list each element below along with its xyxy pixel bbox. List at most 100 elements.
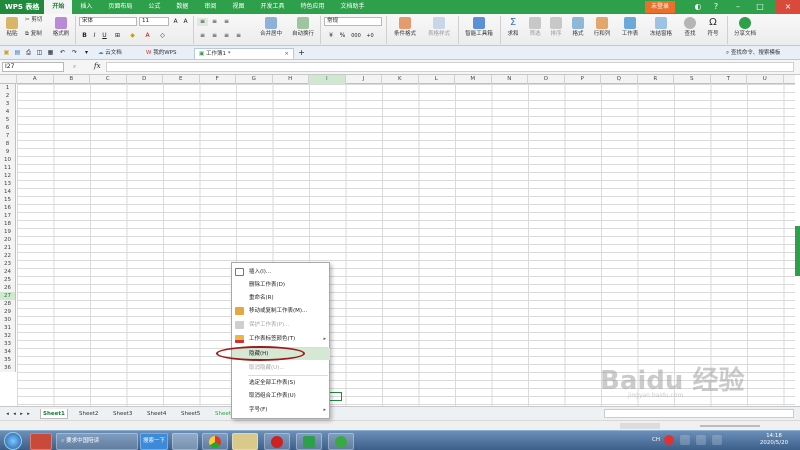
tab-data[interactable]: 数据: [168, 0, 196, 14]
undo-icon[interactable]: ↶: [58, 49, 67, 57]
tray-icon[interactable]: [680, 435, 690, 445]
row-header[interactable]: 15: [0, 196, 16, 204]
smart-toolbox-button[interactable]: 智能工具箱: [462, 17, 496, 38]
row-header[interactable]: 10: [0, 156, 16, 164]
share-doc-button[interactable]: 分享文档: [731, 17, 759, 38]
row-header[interactable]: 3: [0, 100, 16, 108]
input-language[interactable]: CH: [652, 437, 660, 443]
shrink-font-icon[interactable]: A: [181, 18, 190, 26]
row-header[interactable]: 11: [0, 164, 16, 172]
menu-tab-color[interactable]: 工作表标签颜色(T) ▸: [232, 333, 330, 345]
view-buttons[interactable]: [620, 423, 660, 429]
copy-button[interactable]: ⧉ 复制: [25, 31, 49, 38]
sheet-tab-4[interactable]: Sheet4: [145, 409, 168, 419]
currency-icon[interactable]: ¥: [324, 32, 338, 40]
find-button[interactable]: 查找: [680, 17, 700, 38]
sheet-tab-2[interactable]: Sheet2: [77, 409, 100, 419]
sum-button[interactable]: Σ 求和: [503, 17, 523, 38]
volume-icon[interactable]: [712, 435, 722, 445]
column-header[interactable]: L: [419, 75, 455, 84]
menu-insert[interactable]: 插入(I)...: [232, 266, 330, 278]
row-col-button[interactable]: 行和列: [590, 17, 614, 38]
row-header[interactable]: 9: [0, 148, 16, 156]
row-header[interactable]: 25: [0, 276, 16, 284]
menu-delete-sheet[interactable]: 删除工作表(D): [232, 279, 330, 291]
save-icon[interactable]: ▤: [13, 49, 22, 57]
align-bottom-icon[interactable]: ≡: [221, 18, 232, 26]
quick-access-menu-icon[interactable]: ▾: [82, 49, 91, 57]
taskbar-app-icon[interactable]: [30, 433, 52, 450]
zoom-slider[interactable]: [700, 425, 760, 427]
row-header[interactable]: 17: [0, 212, 16, 220]
column-header[interactable]: I: [309, 75, 346, 84]
row-header[interactable]: 36: [0, 364, 16, 372]
merge-center-button[interactable]: 合并居中: [256, 17, 286, 38]
row-header[interactable]: 30: [0, 316, 16, 324]
sheet-tab-3[interactable]: Sheet3: [111, 409, 134, 419]
row-header[interactable]: 14: [0, 188, 16, 196]
tab-review[interactable]: 审阅: [196, 0, 224, 14]
row-header[interactable]: 26: [0, 284, 16, 292]
bold-button[interactable]: B: [80, 32, 89, 40]
network-icon[interactable]: [696, 435, 706, 445]
format-button[interactable]: 格式: [568, 17, 588, 38]
row-header[interactable]: 7: [0, 132, 16, 140]
tab-developer[interactable]: 开发工具: [252, 0, 292, 14]
align-top-icon[interactable]: ≡: [197, 18, 208, 26]
row-header[interactable]: 1: [0, 84, 16, 92]
align-center-icon[interactable]: ≡: [209, 32, 220, 40]
row-header[interactable]: 27: [0, 292, 16, 300]
percent-icon[interactable]: %: [338, 32, 347, 40]
sogou-ime-icon[interactable]: [664, 435, 674, 445]
comma-icon[interactable]: 000: [350, 32, 362, 40]
sheet-tab-1[interactable]: Sheet1: [40, 409, 68, 419]
row-header[interactable]: 18: [0, 220, 16, 228]
clear-format-icon[interactable]: ◇: [158, 32, 167, 40]
number-format-select[interactable]: 常规: [324, 17, 382, 26]
row-header[interactable]: 32: [0, 332, 16, 340]
media-icon[interactable]: [264, 433, 290, 450]
column-header[interactable]: P: [565, 75, 601, 84]
folder-icon[interactable]: [232, 433, 258, 450]
justify-icon[interactable]: ≡: [233, 32, 244, 40]
column-header[interactable]: A: [17, 75, 54, 84]
underline-button[interactable]: U: [100, 32, 109, 40]
new-tab-icon[interactable]: +: [297, 49, 306, 57]
ie-taskbar-icon[interactable]: [328, 433, 354, 450]
row-header[interactable]: 31: [0, 324, 16, 332]
menu-font-size[interactable]: 字号(F) ▸: [232, 404, 330, 416]
menu-move-copy[interactable]: 移动或复制工作表(M)...: [232, 305, 330, 317]
font-select[interactable]: 宋体: [79, 17, 137, 26]
row-header[interactable]: 19: [0, 228, 16, 236]
row-header[interactable]: 13: [0, 180, 16, 188]
row-header[interactable]: 24: [0, 268, 16, 276]
conditional-format-button[interactable]: 条件格式: [390, 17, 420, 38]
select-all-corner[interactable]: [0, 75, 17, 84]
row-header[interactable]: 4: [0, 108, 16, 116]
wps-logo[interactable]: WPS 表格: [0, 0, 45, 14]
taskbar-search-button[interactable]: 搜索一下: [140, 433, 168, 450]
formula-input[interactable]: [106, 62, 794, 72]
column-header[interactable]: C: [90, 75, 127, 84]
menu-rename[interactable]: 重命名(R): [232, 292, 330, 304]
row-header[interactable]: 35: [0, 356, 16, 364]
column-header[interactable]: M: [455, 75, 492, 84]
symbol-button[interactable]: Ω 符号: [703, 17, 723, 38]
tab-doc-assistant[interactable]: 文档助手: [332, 0, 372, 14]
freeze-panes-button[interactable]: 冻结窗格: [646, 17, 676, 38]
row-header[interactable]: 22: [0, 252, 16, 260]
column-header[interactable]: K: [382, 75, 419, 84]
last-sheet-icon[interactable]: ▸: [24, 410, 33, 418]
align-right-icon[interactable]: ≡: [221, 32, 232, 40]
sheet-tab-5[interactable]: Sheet5: [179, 409, 202, 419]
paste-button[interactable]: 粘贴: [3, 17, 21, 38]
chrome-icon[interactable]: [202, 433, 228, 450]
filter-button[interactable]: 筛选: [525, 17, 545, 38]
column-header[interactable]: D: [127, 75, 163, 84]
row-header[interactable]: 16: [0, 204, 16, 212]
column-header[interactable]: F: [200, 75, 236, 84]
wps-sheets-icon[interactable]: [296, 433, 322, 450]
cell-area[interactable]: [17, 84, 795, 406]
fx-icon[interactable]: fx: [94, 62, 101, 70]
align-middle-icon[interactable]: ≡: [209, 18, 220, 26]
